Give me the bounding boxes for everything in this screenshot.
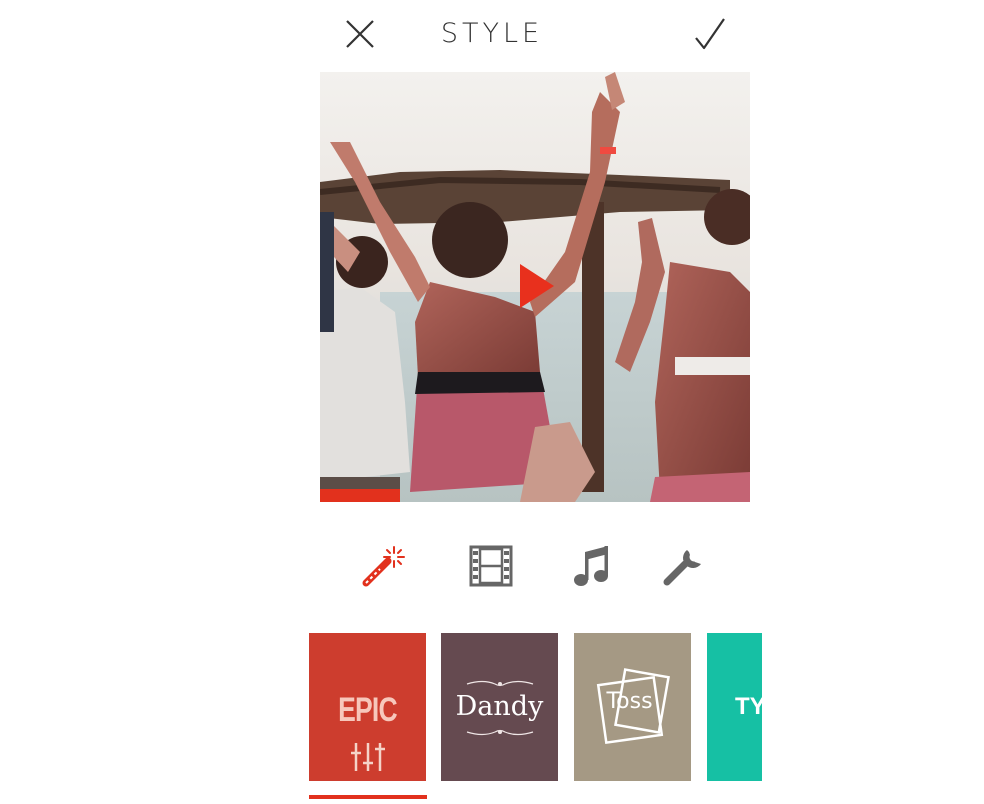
top-bar: STYLE [0,0,984,70]
play-icon[interactable] [516,262,558,310]
selected-style-indicator [309,795,427,799]
style-label-dandy: Dandy [455,691,544,722]
confirm-button[interactable] [688,14,732,54]
magic-wand-icon [362,546,405,587]
style-label-ty: TY [735,693,762,720]
video-preview[interactable] [320,72,750,502]
tab-style[interactable] [355,538,411,594]
sliders-icon [351,743,385,771]
ornament-bottom-icon [466,729,534,736]
tab-clips[interactable] [463,538,519,594]
style-card-toss[interactable]: Toss [574,633,691,781]
film-strip-icon [469,545,513,587]
tab-music[interactable] [564,538,620,594]
music-note-icon [574,546,608,586]
style-label-toss: Toss [606,689,653,714]
page-title: STYLE [440,18,544,49]
style-card-dandy[interactable]: Dandy [441,633,558,781]
playback-progress[interactable] [320,489,400,502]
tab-settings[interactable] [657,538,713,594]
style-label-epic: EPIC [338,691,398,729]
checkmark-icon [695,18,725,50]
style-carousel[interactable]: EPIC Dandy Toss TY [309,633,762,793]
ornament-top-icon [466,680,534,687]
style-card-ty[interactable]: TY [707,633,762,781]
style-card-epic[interactable]: EPIC [309,633,426,781]
wrench-icon [663,550,701,586]
tool-tabs [320,538,750,594]
